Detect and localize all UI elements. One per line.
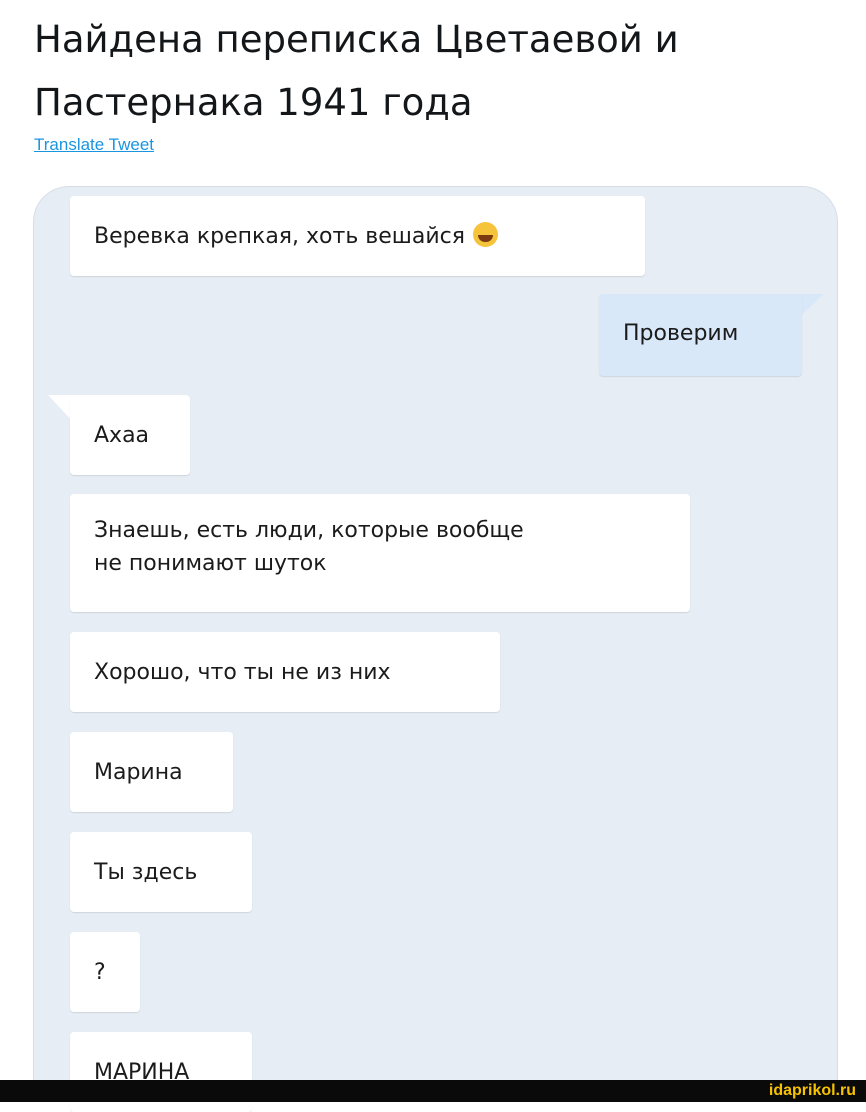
message-bubble: Проверим	[599, 294, 802, 376]
message-text: Ты здесь	[94, 860, 198, 885]
watermark-bar	[0, 1080, 866, 1102]
message-text: Знаешь, есть люди, которые вообще	[94, 518, 524, 543]
grinning-face-emoji-icon	[473, 222, 499, 247]
message-text: Проверим	[623, 321, 739, 346]
message-text: Марина	[94, 760, 183, 785]
translate-tweet-link[interactable]: Translate Tweet	[34, 135, 154, 155]
message-text: Ахаа	[94, 423, 150, 448]
message-bubble: Марина	[70, 732, 233, 812]
message-text: Веревка крепкая, хоть вешайся	[94, 224, 466, 249]
message-bubble: ?	[70, 932, 140, 1012]
tweet-text: Найдена переписка Цветаевой и Пастернака…	[34, 18, 679, 124]
message-bubble: Хорошо, что ты не из них	[70, 632, 500, 712]
message-bubble: Веревка крепкая, хоть вешайся	[70, 196, 645, 276]
message-text: ?	[94, 960, 106, 985]
watermark: idaprikol.ru	[768, 1082, 856, 1099]
message-bubble: Ты здесь	[70, 832, 252, 912]
message-bubble: Ахаа	[70, 395, 190, 475]
message-text: Хорошо, что ты не из них	[94, 660, 391, 685]
message-text: не понимают шуток	[94, 551, 327, 576]
message-bubble: Знаешь, есть люди, которые вообще не пон…	[70, 494, 690, 612]
